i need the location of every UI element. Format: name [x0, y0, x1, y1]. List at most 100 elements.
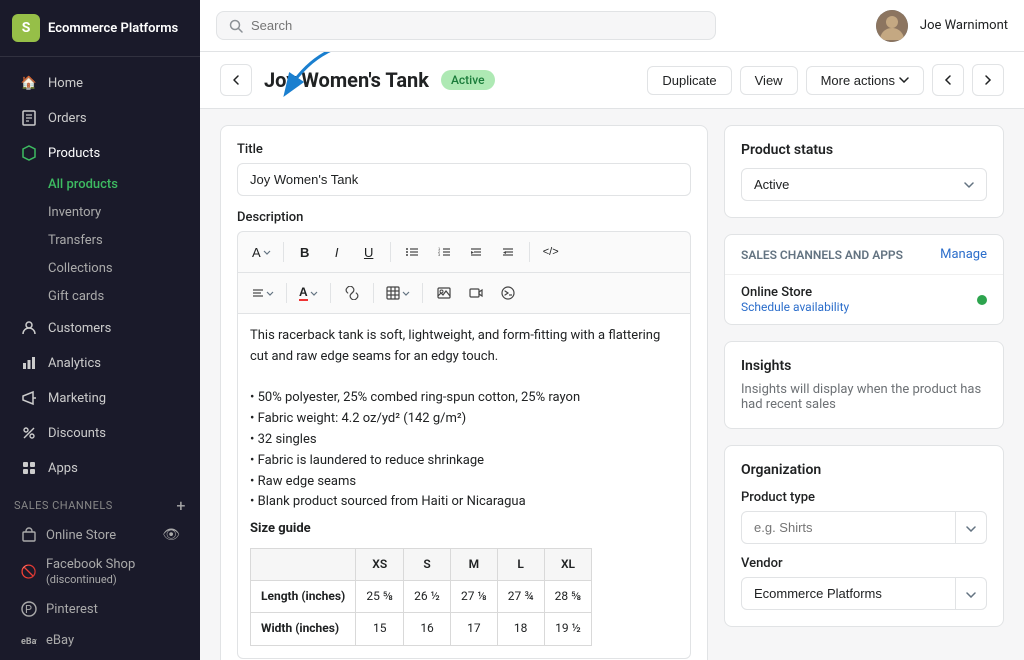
sidebar-item-marketing-label: Marketing: [48, 391, 106, 406]
table-dropdown[interactable]: [380, 279, 416, 307]
length-m: 27 ⅛: [450, 581, 497, 613]
gift-cards-label: Gift cards: [48, 289, 104, 304]
title-input[interactable]: [237, 163, 691, 196]
svg-text:eBay: eBay: [21, 637, 37, 647]
sidebar-logo[interactable]: S Ecommerce Platforms: [0, 0, 200, 57]
underline-button[interactable]: U: [354, 238, 384, 266]
status-select[interactable]: Active Draft Archived: [741, 168, 987, 201]
sidebar-channel-amazon[interactable]: amzn Amazon: [6, 656, 194, 660]
sidebar-item-apps[interactable]: Apps: [6, 451, 194, 485]
vendor-label: Vendor: [741, 556, 987, 571]
svg-text:3: 3: [438, 252, 441, 257]
sidebar-item-marketing[interactable]: Marketing: [6, 381, 194, 415]
size-row-width: Width (inches) 15 16 17 18 19 ½: [251, 613, 592, 645]
product-status-card: Product status Active Draft Archived: [724, 125, 1004, 218]
image-button[interactable]: [429, 279, 459, 307]
image-icon: [437, 286, 451, 300]
sidebar-sub-gift-cards[interactable]: Gift cards: [6, 283, 194, 310]
code-button[interactable]: </>: [536, 238, 566, 266]
transfers-label: Transfers: [48, 233, 103, 248]
sales-channels-title: SALES CHANNELS AND APPS: [741, 248, 903, 262]
length-s: 26 ½: [404, 581, 451, 613]
duplicate-button[interactable]: Duplicate: [647, 66, 731, 95]
online-store-eye-icon[interactable]: 👁: [162, 527, 180, 543]
col-header-s: S: [404, 548, 451, 580]
sidebar-item-orders[interactable]: Orders: [6, 101, 194, 135]
products-submenu: All products Inventory Transfers Collect…: [0, 171, 200, 310]
sidebar-channel-pinterest[interactable]: P Pinterest: [6, 594, 194, 624]
products-icon: [20, 144, 38, 162]
sidebar-item-products[interactable]: Products: [6, 136, 194, 170]
search-bar[interactable]: [216, 11, 716, 40]
bullet-list-button[interactable]: [397, 238, 427, 266]
text-format-dropdown[interactable]: A: [246, 238, 277, 266]
length-xs: 25 ⅝: [356, 581, 404, 613]
avatar[interactable]: [876, 10, 908, 42]
italic-button[interactable]: I: [322, 238, 352, 266]
content-grid: Title Description A: [200, 109, 1024, 660]
sidebar-item-analytics-label: Analytics: [48, 356, 101, 371]
outdent-button[interactable]: [493, 238, 523, 266]
online-store-channel-row: Online Store Schedule availability: [725, 275, 1003, 324]
sidebar-channel-ebay[interactable]: eBay eBay: [6, 625, 194, 655]
more-actions-button[interactable]: More actions: [806, 66, 924, 95]
numbered-list-button[interactable]: 123: [429, 238, 459, 266]
sidebar-sub-transfers[interactable]: Transfers: [6, 227, 194, 254]
format-chevron-icon: [263, 250, 271, 255]
sidebar-sub-collections[interactable]: Collections: [6, 255, 194, 282]
toolbar-divider-3: [529, 242, 530, 262]
sidebar-channel-online-store[interactable]: Online Store 👁: [6, 520, 194, 550]
ebay-label: eBay: [46, 633, 74, 648]
next-product-button[interactable]: [972, 64, 1004, 96]
video-button[interactable]: [461, 279, 491, 307]
sidebar-sub-inventory[interactable]: Inventory: [6, 199, 194, 226]
align-icon: [252, 287, 264, 299]
product-type-input[interactable]: [741, 511, 956, 544]
back-button[interactable]: [220, 64, 252, 96]
schedule-availability-link[interactable]: Schedule availability: [741, 300, 849, 314]
vendor-dropdown-btn[interactable]: [956, 577, 987, 610]
indent-button[interactable]: [461, 238, 491, 266]
topbar: Joe Warnimont: [200, 0, 1024, 52]
organization-body: Organization Product type Vendo: [725, 446, 1003, 626]
align-dropdown[interactable]: [246, 279, 280, 307]
previous-product-button[interactable]: [932, 64, 964, 96]
ebay-icon: eBay: [20, 631, 38, 649]
product-status-title: Product status: [741, 142, 987, 158]
vendor-field: Vendor: [741, 556, 987, 610]
product-type-label: Product type: [741, 490, 987, 505]
size-guide-table: XS S M L XL: [250, 548, 592, 646]
sales-channels-section: SALES CHANNELS +: [0, 486, 200, 519]
sidebar-item-products-label: Products: [48, 146, 100, 161]
sidebar-item-home[interactable]: 🏠 Home: [6, 66, 194, 100]
bullet-list-icon: [405, 245, 419, 259]
apps-icon: [20, 459, 38, 477]
sidebar-channel-facebook-shop[interactable]: 🚫 Facebook Shop (discontinued): [6, 551, 194, 593]
sidebar-item-analytics[interactable]: Analytics: [6, 346, 194, 380]
view-button[interactable]: View: [740, 66, 798, 95]
toolbar-row-1: A B I U: [246, 238, 566, 266]
description-label: Description: [237, 210, 691, 225]
sidebar-sub-all-products[interactable]: All products: [6, 171, 194, 198]
description-editor[interactable]: This racerback tank is soft, lightweight…: [237, 313, 691, 659]
organization-card: Organization Product type Vendo: [724, 445, 1004, 627]
sidebar-item-apps-label: Apps: [48, 461, 78, 476]
right-column: Product status Active Draft Archived SAL…: [724, 125, 1004, 660]
user-avatar-img: [876, 10, 908, 42]
vendor-input[interactable]: [741, 577, 956, 610]
sales-channels-header: SALES CHANNELS AND APPS Manage: [725, 235, 1003, 275]
product-type-chevron-icon: [966, 526, 976, 532]
toolbar-divider-6: [373, 283, 374, 303]
product-type-dropdown-btn[interactable]: [956, 511, 987, 544]
link-button[interactable]: [337, 279, 367, 307]
embed-button[interactable]: [493, 279, 523, 307]
width-m: 17: [450, 613, 497, 645]
text-color-dropdown[interactable]: A: [293, 279, 324, 307]
sidebar-item-customers[interactable]: Customers: [6, 311, 194, 345]
add-sales-channel-btn[interactable]: +: [176, 496, 186, 515]
col-header-xs: XS: [356, 548, 404, 580]
search-input[interactable]: [251, 18, 703, 33]
bold-button[interactable]: B: [290, 238, 320, 266]
sidebar-item-discounts[interactable]: Discounts: [6, 416, 194, 450]
manage-link[interactable]: Manage: [940, 247, 987, 262]
